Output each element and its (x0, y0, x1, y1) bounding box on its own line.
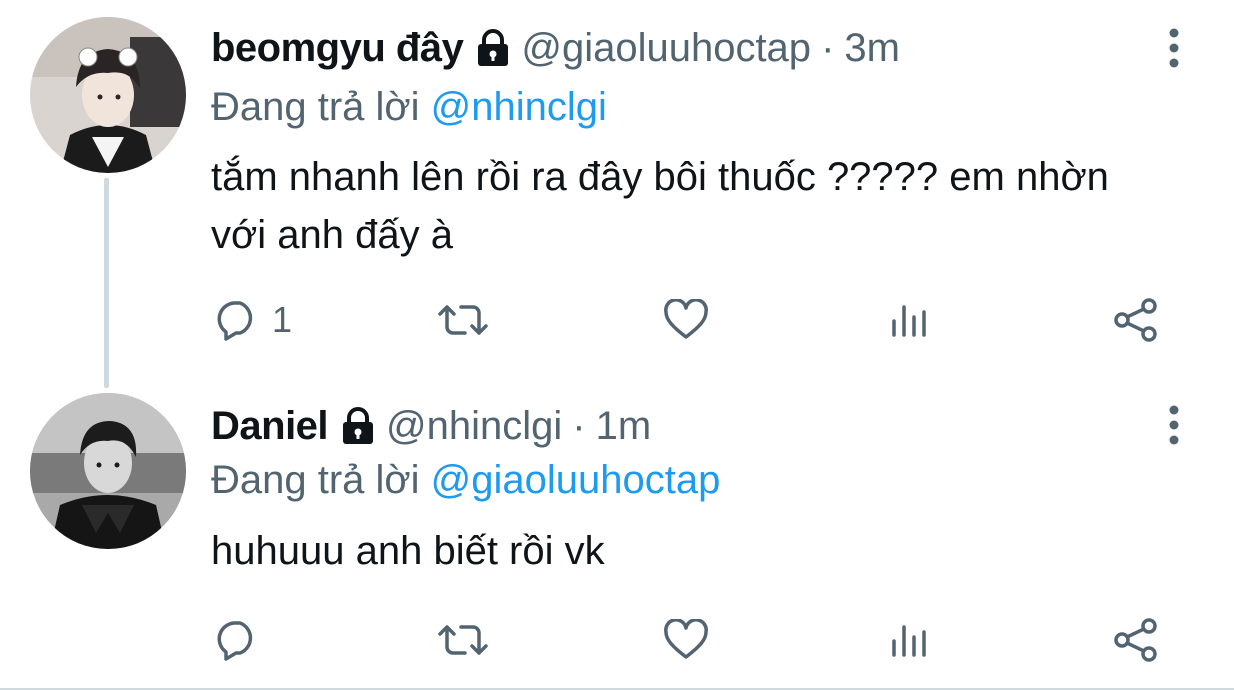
avatar-image-daniel (30, 393, 186, 549)
lock-icon (343, 407, 374, 444)
mention-link[interactable]: @giaoluuhoctap (431, 458, 721, 502)
share-icon (1114, 618, 1157, 662)
tweet-text: tắm nhanh lên rồi ra đây bôi thuốc ?????… (211, 155, 1109, 257)
retweet-button[interactable] (437, 615, 489, 665)
replying-prefix: Đang trả lời (211, 85, 420, 129)
mention-link[interactable]: @nhinclgi (431, 85, 607, 129)
avatar[interactable] (30, 17, 186, 173)
reply-button[interactable]: 1 (214, 295, 292, 345)
views-button[interactable] (889, 615, 929, 665)
lock-icon (478, 29, 509, 66)
timestamp[interactable]: 1m (596, 404, 652, 449)
reply-count: 1 (272, 299, 293, 340)
avatar-image-beomgyu (30, 17, 186, 173)
retweet-icon (438, 625, 488, 655)
more-vertical-icon[interactable] (1168, 28, 1180, 68)
tweet-actions: 1 (0, 295, 1234, 345)
reply-button[interactable] (214, 615, 272, 665)
tweet[interactable]: beomgyu đây @giaoluuhoctap · 3m Đang trả… (0, 0, 1234, 370)
avatar[interactable] (30, 393, 186, 549)
views-button[interactable] (889, 295, 929, 345)
heart-icon (664, 299, 708, 339)
separator-dot: · (572, 403, 586, 448)
heart-icon (664, 619, 708, 659)
reply-icon (217, 301, 253, 341)
display-name[interactable]: Daniel (211, 404, 329, 449)
share-icon (1114, 298, 1157, 342)
reply-icon (217, 621, 253, 661)
tweet-actions (0, 615, 1234, 665)
handle[interactable]: @nhinclgi (386, 404, 562, 449)
separator-dot: · (821, 25, 835, 70)
more-vertical-icon[interactable] (1168, 405, 1180, 445)
retweet-button[interactable] (437, 295, 489, 345)
share-button[interactable] (1113, 615, 1159, 665)
tweet[interactable]: Daniel @nhinclgi · 1m Đang trả lời @giao… (0, 370, 1234, 690)
tweet-header: Daniel @nhinclgi · 1m (211, 398, 651, 454)
views-icon (892, 625, 926, 657)
tweet-text: huhuuu anh biết rồi vk (211, 529, 605, 573)
replying-to: Đang trả lời @giaoluuhoctap (211, 458, 720, 503)
share-button[interactable] (1113, 295, 1159, 345)
views-icon (892, 305, 926, 337)
handle[interactable]: @giaoluuhoctap (521, 26, 811, 71)
like-button[interactable] (663, 295, 709, 345)
like-button[interactable] (663, 615, 709, 665)
retweet-icon (438, 305, 488, 335)
tweet-header: beomgyu đây @giaoluuhoctap · 3m (211, 20, 900, 76)
display-name[interactable]: beomgyu đây (211, 26, 464, 71)
replying-to: Đang trả lời @nhinclgi (211, 85, 607, 130)
timestamp[interactable]: 3m (844, 26, 900, 71)
replying-prefix: Đang trả lời (211, 458, 420, 502)
